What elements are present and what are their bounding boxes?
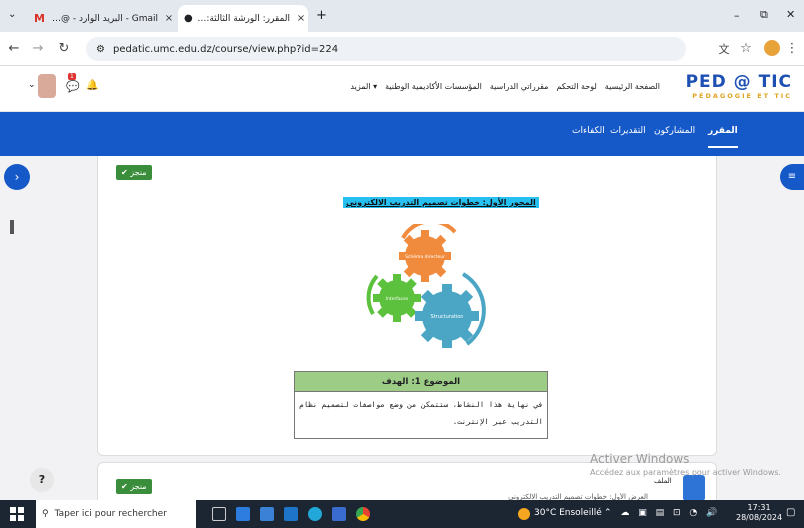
table-text: في نهاية هذا النشاط، ستتمكن من وضع مواصف… (299, 400, 543, 426)
tab-participants[interactable]: المشاركون (654, 126, 695, 136)
maximize-button[interactable]: ⧉ (760, 8, 768, 22)
url-text: pedatic.umc.edu.dz/course/view.php?id=22… (112, 43, 339, 55)
user-avatar[interactable] (38, 74, 56, 98)
tab-gmail[interactable]: M Gmail ‑ البريد الوارد ‑ @gmail.com × (30, 5, 176, 32)
menu-home[interactable]: الصفحة الرئيسية (605, 82, 660, 91)
browser-toolbar: ← → ↻ ⚙ pedatic.umc.edu.dz/course/view.p… (0, 32, 804, 66)
site-header: PED @ TIC PÉDAGOGIE ET TIC الصفحة الرئيس… (0, 66, 804, 112)
chrome-icon[interactable] (356, 507, 370, 521)
clock-time: 17:31 (747, 503, 771, 512)
search-placeholder: Taper ici pour rechercher (54, 509, 167, 519)
minimize-button[interactable]: – (734, 9, 740, 22)
notification-badge: 1 (68, 73, 76, 80)
objective-table: الموضوع 1: الهدف في نهاية هذا النشاط، ست… (294, 371, 548, 439)
taskbar-search[interactable]: ⚲ Taper ici pour rechercher (36, 500, 196, 528)
logo-sub-text: PÉDAGOGIE ET TIC (692, 92, 792, 100)
close-tab-icon[interactable]: × (162, 13, 176, 24)
system-tray-icons[interactable]: ⌃ ☁ ▣ ▤ ⊡ ◔ 🔊 (604, 508, 720, 518)
gear-label-structuration: Structuration (431, 314, 464, 320)
logo-main-text: PED @ TIC (685, 72, 792, 92)
watermark-subtitle: Accédez aux paramètres pour activer Wind… (590, 468, 782, 477)
search-icon: ⚲ (42, 509, 49, 519)
messages-icon[interactable]: 💬 (66, 80, 80, 93)
table-header: الموضوع 1: الهدف (295, 372, 547, 392)
forward-icon[interactable]: → (30, 41, 46, 56)
edge-icon[interactable] (308, 507, 322, 521)
menu-my-courses[interactable]: مقرراتي الدراسية (490, 82, 549, 91)
tab-title: Gmail ‑ البريد الوارد ‑ @gmail.com (45, 13, 158, 24)
tab-course[interactable]: المقرر (708, 126, 738, 148)
gear-label-schema: Schéma directeur (405, 253, 445, 260)
translate-icon[interactable]: 文 (716, 41, 732, 57)
help-button[interactable]: ? (30, 468, 54, 492)
course-nav: المقرر المشاركون التقديرات الكفاءات (0, 112, 804, 156)
site-info-icon[interactable]: ⚙ (96, 44, 105, 55)
right-drawer-button[interactable]: ≡ (780, 164, 804, 190)
menu-more[interactable]: المزيد ▾ (350, 82, 377, 91)
tab-competencies[interactable]: الكفاءات (572, 126, 605, 136)
browser-tab-bar: ⌄ M Gmail ‑ البريد الوارد ‑ @gmail.com ×… (0, 0, 804, 32)
tab-course[interactable]: ● المقرر: الورشة الثالثة: منهجية تص… × (178, 5, 308, 32)
close-tab-icon[interactable]: × (294, 13, 308, 24)
windows-start-icon[interactable] (10, 507, 24, 521)
section-title: المحور الأول: خطوات تصميم التدريب الالكت… (343, 197, 539, 208)
task-view-icon[interactable] (212, 507, 226, 521)
menu-dashboard[interactable]: لوحة التحكم (556, 82, 596, 91)
done-button[interactable]: ✔ منجز (116, 165, 152, 180)
file-explorer-icon[interactable] (236, 507, 250, 521)
orange-gear: Schéma directeur (399, 230, 451, 282)
weather-text[interactable]: 30°C Ensoleillé (534, 508, 602, 518)
green-gear: Interfaces (373, 274, 421, 322)
bookmark-star-icon[interactable]: ☆ (738, 41, 754, 56)
gmail-icon: M (34, 12, 45, 25)
profile-avatar[interactable] (764, 40, 780, 56)
site-logo[interactable]: PED @ TIC PÉDAGOGIE ET TIC (668, 72, 792, 106)
course-content: › ≡ ✔ منجز المحور الأول: خطوات تصميم الت… (0, 156, 804, 512)
menu-institutions[interactable]: المؤسسات الأكاديمية الوطنية (385, 82, 482, 91)
close-window-button[interactable]: ✕ (786, 8, 795, 21)
new-tab-button[interactable]: + (316, 8, 327, 23)
left-drawer-button[interactable]: › (4, 164, 30, 190)
primary-menu: الصفحة الرئيسية لوحة التحكم مقرراتي الدر… (350, 82, 660, 91)
user-menu-chevron-icon[interactable]: ⌄ (28, 80, 36, 90)
notifications-icon[interactable]: ▢ (786, 507, 795, 518)
activation-watermark: Activer Windows Accédez aux paramètres p… (590, 452, 781, 477)
scroll-marker (10, 220, 14, 234)
tab-grades[interactable]: التقديرات (610, 126, 646, 136)
teal-gear: Structuration (415, 284, 479, 348)
watermark-title: Activer Windows (590, 452, 690, 466)
gear-label-interfaces: Interfaces (386, 296, 409, 302)
store-icon[interactable] (260, 507, 274, 521)
file-icon[interactable] (683, 475, 705, 501)
app-icon[interactable] (332, 507, 346, 521)
windows-taskbar: ⚲ Taper ici pour rechercher 30°C Ensolei… (0, 500, 804, 528)
reload-icon[interactable]: ↻ (56, 41, 72, 56)
section-card: ✔ منجز المحور الأول: خطوات تصميم التدريب… (97, 156, 717, 456)
tab-title: المقرر: الورشة الثالثة: منهجية تص… (192, 13, 290, 24)
done-button[interactable]: ✔ منجز (116, 479, 152, 494)
mail-icon[interactable] (284, 507, 298, 521)
clock-date: 28/08/2024 (736, 513, 783, 522)
bell-icon[interactable]: 🔔 (86, 80, 98, 91)
weather-sun-icon (518, 508, 530, 520)
back-icon[interactable]: ← (6, 41, 22, 56)
clock[interactable]: 17:31 28/08/2024 (736, 503, 782, 523)
tab-list-chevron-icon[interactable]: ⌄ (8, 9, 16, 20)
browser-menu-icon[interactable]: ⋮ (784, 41, 800, 56)
address-bar[interactable]: ⚙ pedatic.umc.edu.dz/course/view.php?id=… (86, 37, 686, 61)
file-label: الملف (654, 477, 672, 485)
site-favicon-icon: ● (184, 13, 193, 24)
gears-diagram: Schéma directeur Interfaces Structuratio… (366, 224, 486, 348)
